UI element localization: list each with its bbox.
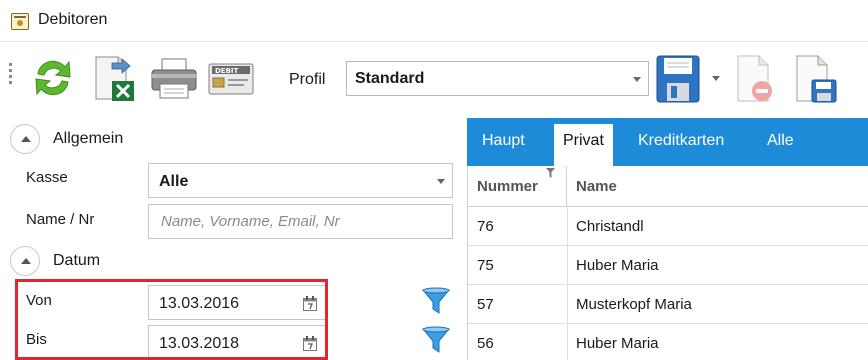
calendar-icon[interactable]: [303, 336, 317, 351]
debit-card-icon[interactable]: DEBIT: [208, 63, 254, 95]
debitoren-grid: Nummer Name 76 Christandl 75 Huber Maria…: [467, 166, 868, 360]
cell-name: Christandl: [576, 218, 644, 235]
filter-bis-icon[interactable]: [420, 324, 452, 356]
table-row[interactable]: 57 Musterkopf Maria: [468, 285, 868, 324]
cell-nummer: 57: [477, 296, 494, 313]
chevron-down-icon: [437, 179, 445, 184]
grid-header: Nummer Name: [468, 166, 868, 207]
cell-name: Huber Maria: [576, 335, 659, 352]
tab-kreditkarten[interactable]: Kreditkarten: [638, 132, 724, 150]
kasse-selected-value: Alle: [159, 173, 189, 190]
kasse-label: Kasse: [26, 169, 68, 186]
section-allgemein-title: Allgemein: [53, 130, 124, 147]
cell-name: Huber Maria: [576, 257, 659, 274]
collapse-datum-button[interactable]: [10, 246, 40, 276]
profil-selected-value: Standard: [355, 70, 425, 87]
print-icon[interactable]: [150, 57, 198, 101]
save-dropdown-chevron-icon[interactable]: [712, 76, 720, 81]
cell-nummer: 56: [477, 335, 494, 352]
excel-export-icon[interactable]: [92, 55, 138, 103]
window-title: Debitoren: [38, 11, 108, 28]
cell-name: Musterkopf Maria: [576, 296, 692, 313]
cell-nummer: 76: [477, 218, 494, 235]
delete-document-icon[interactable]: [735, 54, 775, 104]
bis-date-field[interactable]: 13.03.2018: [148, 325, 328, 360]
table-row[interactable]: 76 Christandl: [468, 207, 868, 246]
von-date-value: 13.03.2016: [159, 295, 240, 312]
column-header-name[interactable]: Name: [576, 178, 617, 195]
collapse-allgemein-button[interactable]: [10, 124, 40, 154]
cell-nummer: 75: [477, 257, 494, 274]
table-row[interactable]: 75 Huber Maria: [468, 246, 868, 285]
section-datum-title: Datum: [53, 252, 101, 269]
profil-label: Profil: [289, 71, 326, 88]
von-date-field[interactable]: 13.03.2016: [148, 285, 328, 320]
von-label: Von: [26, 292, 52, 309]
tab-haupt[interactable]: Haupt: [482, 132, 525, 150]
bis-label: Bis: [26, 331, 47, 348]
save-document-icon[interactable]: [794, 54, 838, 104]
profil-select[interactable]: Standard: [346, 61, 649, 96]
save-icon[interactable]: [656, 55, 700, 103]
toolbar: DEBIT Profil Standard: [0, 43, 868, 115]
bis-date-value: 13.03.2018: [159, 335, 240, 352]
name-nr-label: Name / Nr: [26, 211, 95, 228]
chevron-down-icon: [633, 77, 641, 82]
title-bar: Debitoren: [0, 0, 868, 42]
table-row[interactable]: 56 Huber Maria: [468, 324, 868, 360]
tab-strip: Haupt Privat Kreditkarten Alle: [467, 118, 868, 166]
kasse-select[interactable]: Alle: [148, 163, 453, 198]
toolbar-grip-icon[interactable]: [9, 63, 13, 89]
app-window-icon: [11, 13, 29, 30]
debit-card-label: DEBIT: [215, 67, 239, 75]
column-header-nummer-label: Nummer: [477, 178, 538, 195]
column-filter-icon[interactable]: [546, 168, 555, 178]
tab-privat[interactable]: Privat: [554, 124, 613, 166]
filter-von-icon[interactable]: [420, 285, 452, 317]
name-nr-input[interactable]: [148, 204, 453, 239]
column-header-nummer[interactable]: Nummer: [468, 166, 567, 207]
tab-alle[interactable]: Alle: [767, 132, 794, 150]
refresh-icon[interactable]: [32, 56, 74, 100]
calendar-icon[interactable]: [303, 296, 317, 311]
